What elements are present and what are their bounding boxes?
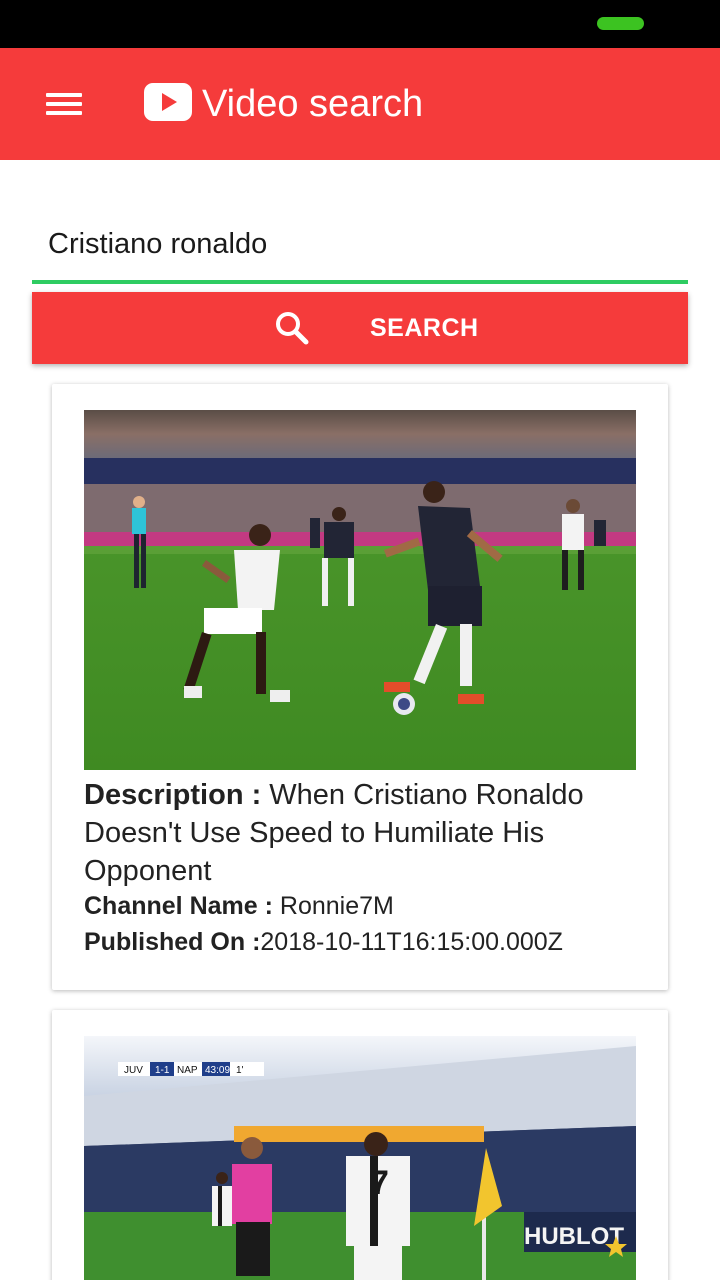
score-clock: 43:09	[205, 1065, 230, 1076]
battery-indicator	[597, 17, 644, 30]
video-result-card[interactable]: 7 JUV 1-1 NAP 43:09 1' HUBLOT	[52, 1010, 668, 1280]
main-content: SEARCH	[0, 160, 720, 1280]
video-published: Published On :2018-10-11T16:15:00.000Z	[84, 924, 644, 960]
search-button-label: SEARCH	[370, 314, 479, 342]
channel-label: Channel Name :	[84, 892, 273, 920]
video-description: Description : When Cristiano Ronaldo Doe…	[84, 776, 636, 890]
app-title: Video search	[202, 83, 424, 125]
score-half: 1'	[236, 1065, 244, 1076]
published-label: Published On :	[84, 928, 261, 956]
search-button[interactable]: SEARCH	[32, 292, 688, 364]
description-label: Description :	[84, 779, 262, 811]
video-result-card[interactable]: Description : When Cristiano Ronaldo Doe…	[52, 384, 668, 990]
status-bar	[0, 0, 720, 48]
svg-text:7: 7	[370, 1164, 389, 1202]
score-away: NAP	[177, 1065, 198, 1076]
app-bar: Video search	[0, 48, 720, 160]
video-thumbnail[interactable]	[84, 410, 636, 770]
score-value: 1-1	[155, 1065, 170, 1076]
channel-name: Ronnie7M	[272, 892, 394, 920]
video-channel: Channel Name : Ronnie7M	[84, 888, 644, 924]
score-home: JUV	[124, 1065, 143, 1076]
search-input[interactable]	[32, 208, 688, 284]
video-thumbnail[interactable]: 7 JUV 1-1 NAP 43:09 1' HUBLOT	[84, 1036, 636, 1280]
search-icon	[276, 312, 309, 345]
youtube-play-icon	[144, 83, 192, 121]
published-date: 2018-10-11T16:15:00.000Z	[260, 928, 563, 956]
hamburger-menu-icon[interactable]	[36, 80, 92, 128]
